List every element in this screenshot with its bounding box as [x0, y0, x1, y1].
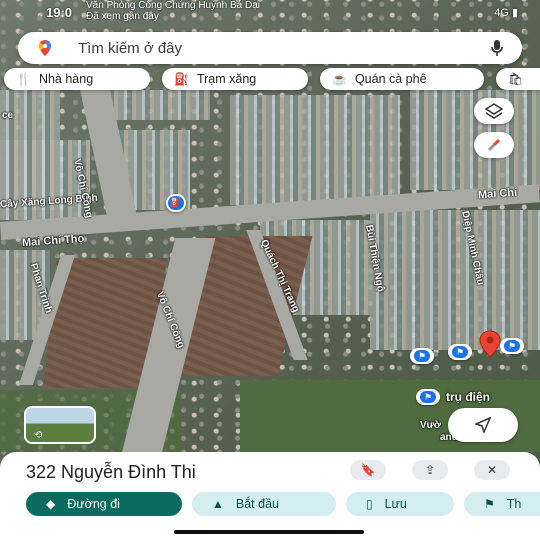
- battery-icon: ▮: [511, 7, 518, 19]
- layers-button[interactable]: [474, 98, 514, 124]
- directions-icon: ◆: [46, 497, 56, 511]
- flag-icon: ⚑: [414, 350, 430, 362]
- poi-marker[interactable]: ⚑: [410, 348, 434, 364]
- save-header-button[interactable]: 🔖: [350, 460, 386, 480]
- gas-station-icon: ⛽: [168, 196, 184, 210]
- flag-icon: ⚑: [420, 391, 436, 403]
- status-icons: 4G ▮: [494, 6, 518, 19]
- status-time: 19:0: [46, 5, 73, 20]
- poi-label-tru-dien: trụ điện: [446, 390, 490, 404]
- rotate-360-icon: ⟲: [34, 430, 43, 441]
- network-label: 4G: [494, 7, 509, 19]
- close-icon: ✕: [486, 463, 498, 477]
- more-action-button[interactable]: ⚑ Th: [464, 492, 540, 516]
- chip-more[interactable]: 🛍: [496, 68, 540, 90]
- poi-marker[interactable]: ⚑: [500, 338, 524, 354]
- share-button[interactable]: ⇪: [412, 460, 448, 480]
- share-icon: ⇪: [424, 463, 436, 477]
- recent-place-name: Văn Phòng Công Chứng Huỳnh Bá Dại: [86, 0, 261, 11]
- gas-station-marker[interactable]: ⛽: [166, 194, 186, 212]
- flag-icon: ⚑: [484, 497, 495, 511]
- search-input[interactable]: Tìm kiếm ở đây: [78, 40, 182, 57]
- compass-icon: [487, 138, 501, 152]
- action-label: Đường đi: [67, 497, 120, 511]
- start-navigation-icon: ▲: [212, 497, 224, 511]
- microphone-icon[interactable]: [490, 39, 504, 57]
- close-button[interactable]: ✕: [474, 460, 510, 480]
- search-bar[interactable]: Tìm kiếm ở đây: [18, 32, 522, 64]
- save-button[interactable]: ▯ Lưu: [346, 492, 454, 516]
- place-sheet[interactable]: 322 Nguyễn Đình Thi 🔖 ⇪ ✕ ◆ Đường đi ▲ B…: [0, 452, 540, 540]
- map-label-ce: ce: [2, 110, 14, 121]
- shopping-bag-icon: 🛍: [508, 72, 524, 86]
- bookmark-icon: ▯: [366, 497, 373, 511]
- restaurant-icon: 🍴: [16, 72, 31, 86]
- place-title: 322 Nguyễn Đình Thi: [26, 462, 196, 482]
- chip-restaurants[interactable]: 🍴 Nhà hàng: [4, 68, 150, 90]
- maps-logo-icon: [39, 40, 51, 56]
- start-button[interactable]: ▲ Bắt đầu: [192, 492, 336, 516]
- action-label: Lưu: [384, 497, 407, 511]
- flag-icon: ⚑: [452, 346, 468, 358]
- chip-gas-stations[interactable]: ⛽ Trạm xăng: [162, 68, 308, 90]
- street-view-thumbnail[interactable]: ⟲: [24, 406, 96, 444]
- category-chips: 🍴 Nhà hàng ⛽ Trạm xăng ☕ Quán cà phê 🛍: [0, 68, 540, 92]
- directions-button[interactable]: ◆ Đường đi: [26, 492, 182, 516]
- poi-label-vuon: Vườ: [420, 420, 442, 431]
- chip-label: Nhà hàng: [38, 72, 94, 86]
- flag-icon: ⚑: [504, 340, 520, 352]
- navigation-arrow-icon: [475, 417, 491, 433]
- status-bar: 19:0 Văn Phòng Công Chứng Huỳnh Bá Dại Đ…: [0, 0, 540, 24]
- action-label: Bắt đầu: [235, 497, 279, 511]
- my-location-button[interactable]: [448, 408, 518, 442]
- gas-station-icon: ⛽: [174, 72, 189, 86]
- chip-cafes[interactable]: ☕ Quán cà phê: [320, 68, 484, 90]
- compass-button[interactable]: [474, 132, 514, 158]
- poi-marker[interactable]: ⚑: [448, 344, 472, 360]
- action-label: Th: [506, 497, 522, 511]
- recent-place-caption: Đã xem gần đây: [86, 11, 159, 22]
- chip-label: Trạm xăng: [196, 72, 257, 86]
- layers-icon: [485, 103, 503, 119]
- chip-label: Quán cà phê: [354, 72, 427, 86]
- bookmark-icon: 🔖: [360, 463, 376, 477]
- poi-marker-tru-dien[interactable]: ⚑: [416, 389, 440, 405]
- location-pin-icon[interactable]: [478, 330, 502, 358]
- recent-place-note: Văn Phòng Công Chứng Huỳnh Bá Dại Đã xem…: [86, 0, 260, 22]
- coffee-icon: ☕: [332, 72, 347, 86]
- home-indicator[interactable]: [174, 530, 364, 534]
